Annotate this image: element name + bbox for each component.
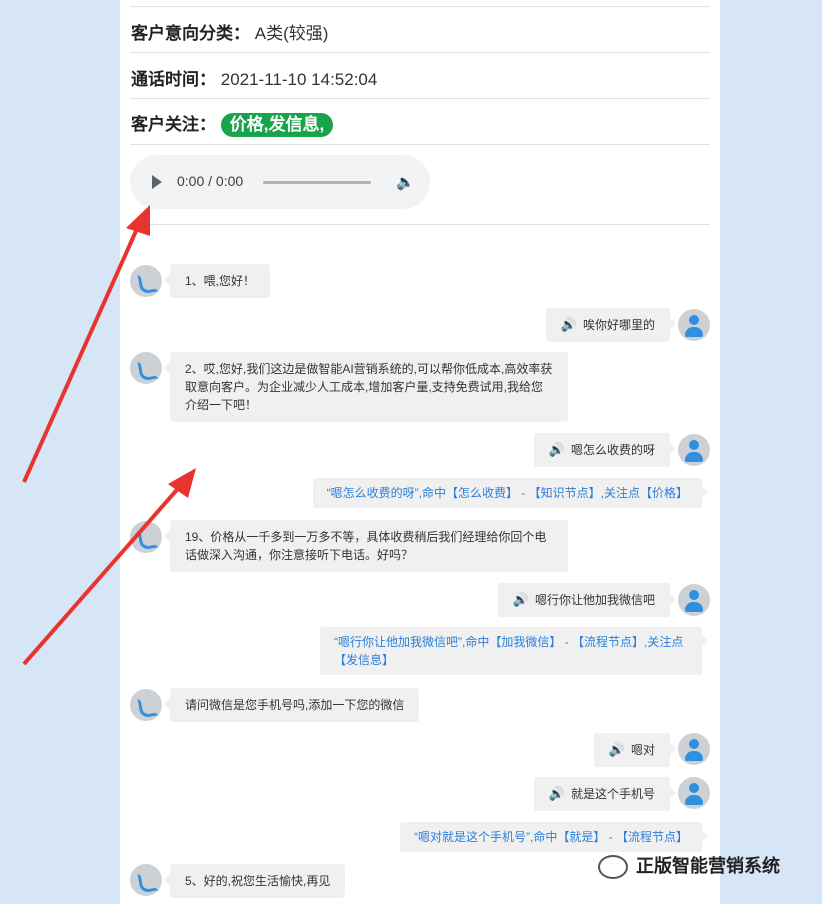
annotation-arrows [22, 205, 196, 666]
red-arrow [22, 468, 196, 666]
red-arrow [22, 205, 150, 483]
